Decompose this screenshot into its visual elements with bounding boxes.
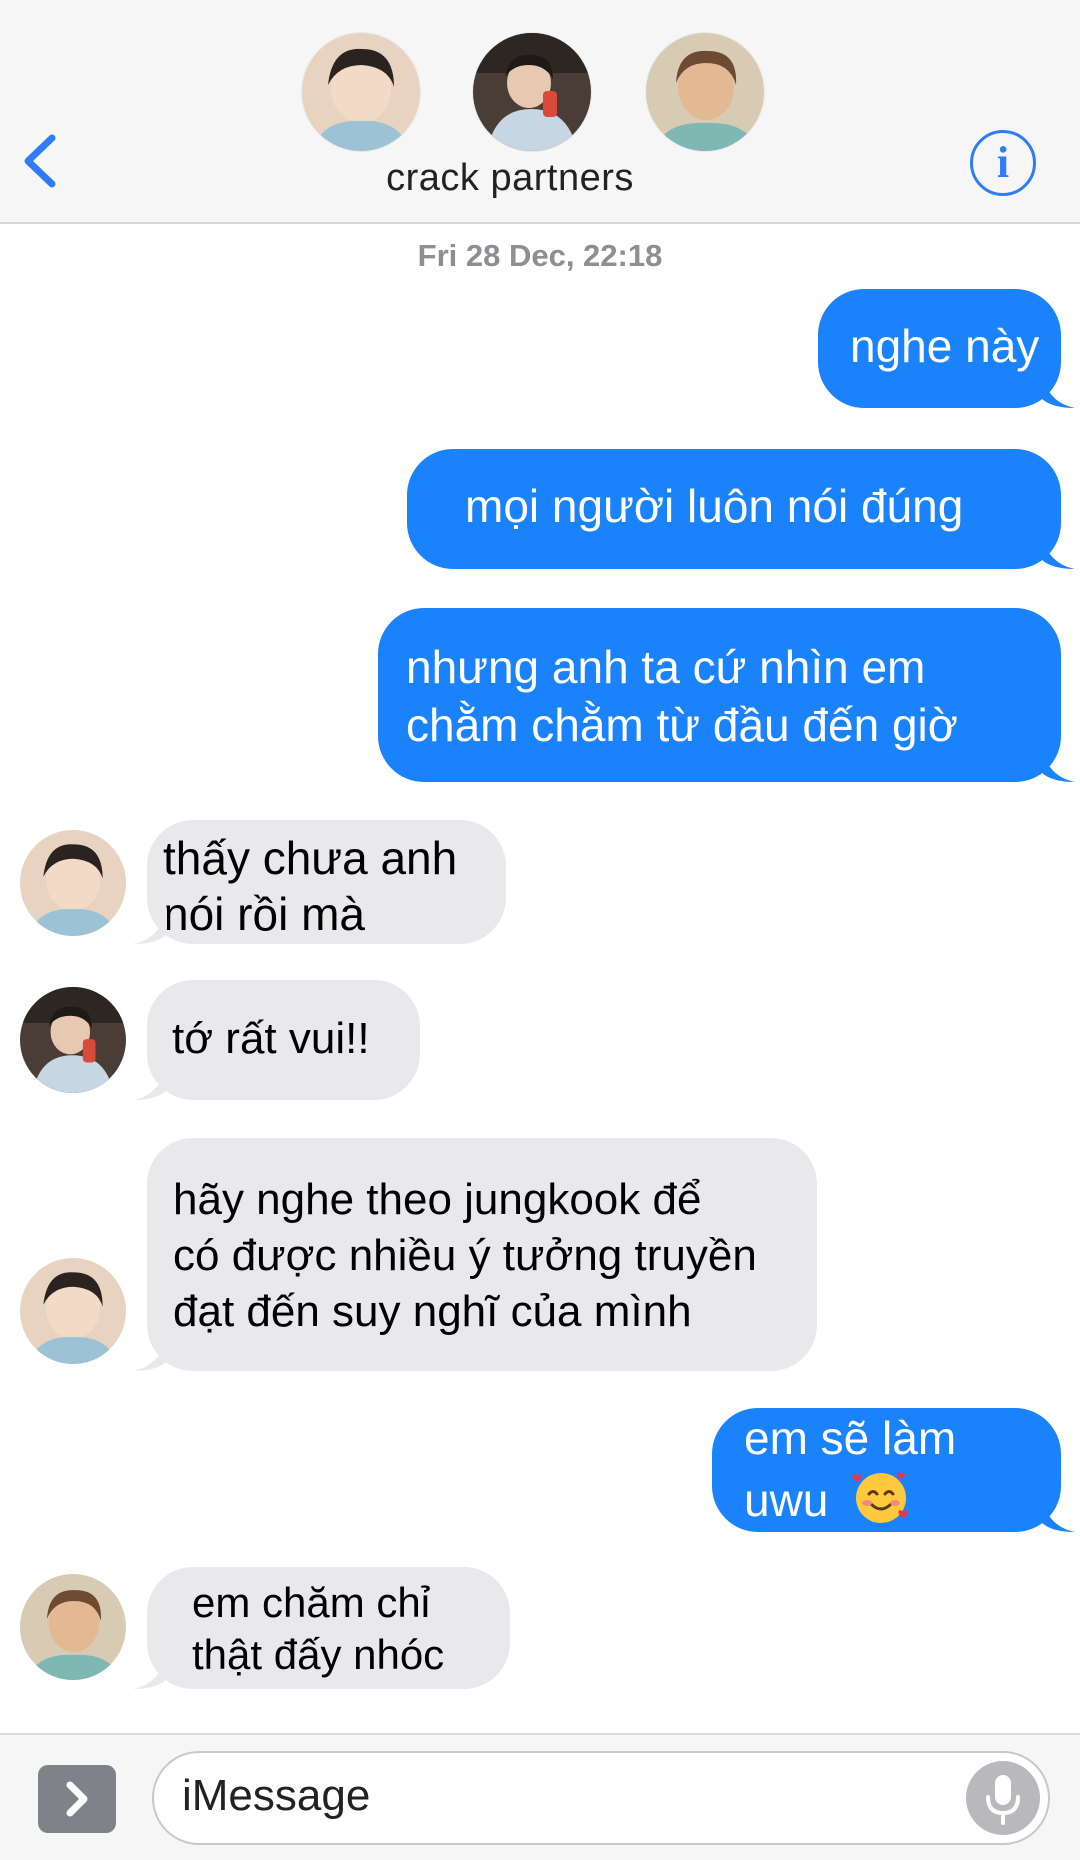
message-text: nghe này [850, 320, 1040, 372]
message-text: tớ rất vui!! [172, 1014, 370, 1063]
avatar-contact-1[interactable] [20, 1258, 126, 1364]
bubble-tail-icon [133, 904, 167, 944]
conversation-title[interactable]: crack partners [0, 157, 1020, 200]
sent-message-bubble[interactable]: mọi người luôn nói đúng [407, 449, 1075, 569]
sent-message-bubble[interactable]: nhưng anh ta cứ nhìn em chằm chằm từ đầu… [378, 608, 1075, 782]
avatar-contact-1[interactable] [302, 33, 420, 151]
bubble-tail-icon [133, 1331, 167, 1371]
conversation-header: crack partners i [0, 0, 1080, 224]
sent-message-bubble[interactable]: nghe này [818, 289, 1075, 408]
avatar-photo [473, 33, 591, 151]
message-text-line: nói rồi mà [163, 888, 365, 940]
bubble-tail-icon [133, 1649, 167, 1689]
bubble-tail-icon [1041, 742, 1075, 782]
info-button[interactable]: i [970, 130, 1036, 196]
message-timestamp: Fri 28 Dec, 22:18 [417, 238, 663, 273]
avatar-contact-1[interactable] [20, 830, 126, 936]
avatar-photo [20, 1258, 126, 1364]
message-text-line: đạt đến suy nghĩ của mình [173, 1287, 692, 1336]
avatar-photo [20, 987, 126, 1093]
smiling-face-with-hearts-icon [852, 1472, 908, 1523]
bubble-tail-icon [1041, 1492, 1075, 1532]
message-text: mọi người luôn nói đúng [465, 480, 964, 532]
avatar-photo [20, 1574, 126, 1680]
message-text-line: nhưng anh ta cứ nhìn em [406, 641, 926, 693]
chevron-right-icon [66, 1781, 88, 1817]
avatar-contact-2[interactable] [473, 33, 591, 151]
message-text-line: thật đấy nhóc [192, 1631, 445, 1678]
info-icon: i [996, 138, 1010, 187]
message-text-line: hãy nghe theo jungkook để [173, 1175, 702, 1224]
avatar-photo [646, 33, 764, 151]
microphone-button[interactable] [966, 1761, 1040, 1835]
received-message-bubble[interactable]: em chăm chỉ thật đấy nhóc [133, 1567, 510, 1689]
received-message-bubble[interactable]: hãy nghe theo jungkook để có được nhiều … [133, 1138, 817, 1371]
message-text-line: chằm chằm từ đầu đến giờ [406, 699, 958, 751]
avatar-contact-3[interactable] [646, 33, 764, 151]
avatar-photo [20, 830, 126, 936]
message-input-placeholder: iMessage [182, 1771, 371, 1820]
apps-button[interactable] [38, 1765, 116, 1833]
message-text-line: em sẽ làm [744, 1412, 957, 1464]
message-text-line: uwu [744, 1468, 1061, 1530]
received-message-bubble[interactable]: tớ rất vui!! [133, 980, 420, 1100]
message-text-line: em chăm chỉ [192, 1579, 431, 1626]
message-text-line: thấy chưa anh [163, 832, 458, 884]
message-input[interactable]: iMessage [152, 1751, 1050, 1845]
sent-message-bubble[interactable]: em sẽ làm uwu [712, 1408, 1075, 1532]
microphone-icon [986, 1775, 1020, 1825]
bubble-tail-icon [1041, 368, 1075, 408]
avatar-contact-3[interactable] [20, 1574, 126, 1680]
message-composer: iMessage [0, 1733, 1080, 1860]
bubble-tail-icon [133, 1060, 167, 1100]
message-text-line: có được nhiều ý tưởng truyền [173, 1231, 757, 1280]
message-text: uwu [744, 1474, 829, 1526]
bubble-tail-icon [1041, 529, 1075, 569]
received-message-bubble[interactable]: thấy chưa anh nói rồi mà [133, 820, 506, 944]
avatar-contact-2[interactable] [20, 987, 126, 1093]
avatar-photo [302, 33, 420, 151]
